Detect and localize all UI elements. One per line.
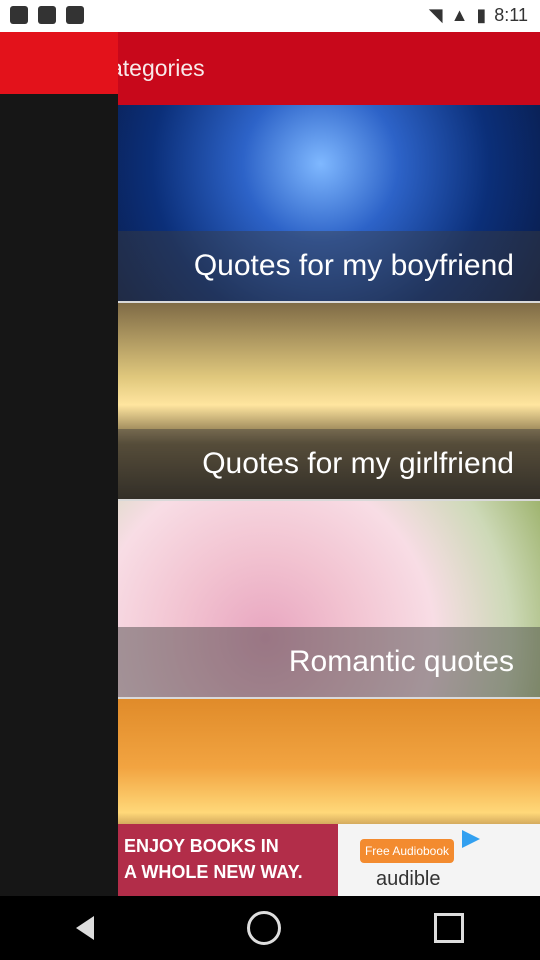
status-bar: ◥ ▲ ▮ 8:11: [0, 0, 540, 32]
category-card-girlfriend[interactable]: Quotes for my girlfriend: [118, 303, 540, 501]
drawer-header: [0, 32, 118, 94]
ad-cta-button[interactable]: Free Audiobook: [360, 839, 454, 863]
status-left: [10, 6, 84, 24]
clock: 8:11: [494, 5, 528, 25]
recent-apps-icon[interactable]: [433, 913, 464, 943]
ad-image: ENJOY BOOKS IN A WHOLE NEW WAY.: [118, 824, 338, 896]
wifi-icon: ◥: [428, 5, 443, 25]
ad-title-line1: ENJOY BOOKS IN: [124, 836, 279, 856]
ad-brand: audible: [376, 868, 441, 890]
page-title: ategories: [118, 55, 205, 81]
back-icon[interactable]: [76, 916, 95, 940]
notification-icon: [38, 6, 56, 24]
ad-title-line2: A WHOLE NEW WAY.: [124, 862, 303, 882]
signal-icon: ▲: [450, 5, 469, 25]
category-card-boyfriend[interactable]: Quotes for my boyfriend: [118, 105, 540, 303]
toolbar: ategories: [118, 32, 540, 105]
navigation-drawer[interactable]: [0, 32, 118, 896]
ad-banner[interactable]: ENJOY BOOKS IN A WHOLE NEW WAY. Free Aud…: [118, 824, 540, 896]
home-icon[interactable]: [246, 911, 281, 945]
battery-icon: ▮: [476, 5, 487, 25]
main-content: ategories Quotes for my boyfriend Quotes…: [118, 32, 540, 896]
category-label: Quotes for my boyfriend: [118, 231, 540, 301]
status-right: ◥ ▲ ▮ 8:11: [429, 5, 528, 26]
category-label: Quotes for my girlfriend: [118, 429, 540, 499]
notification-icon: [66, 6, 84, 24]
notification-icon: [10, 6, 28, 24]
system-nav-bar: [0, 896, 540, 960]
ad-choice-icon[interactable]: [462, 830, 480, 848]
category-card-romantic[interactable]: Romantic quotes: [118, 501, 540, 699]
app: ategories Quotes for my boyfriend Quotes…: [0, 32, 540, 896]
category-label: Romantic quotes: [118, 627, 540, 697]
